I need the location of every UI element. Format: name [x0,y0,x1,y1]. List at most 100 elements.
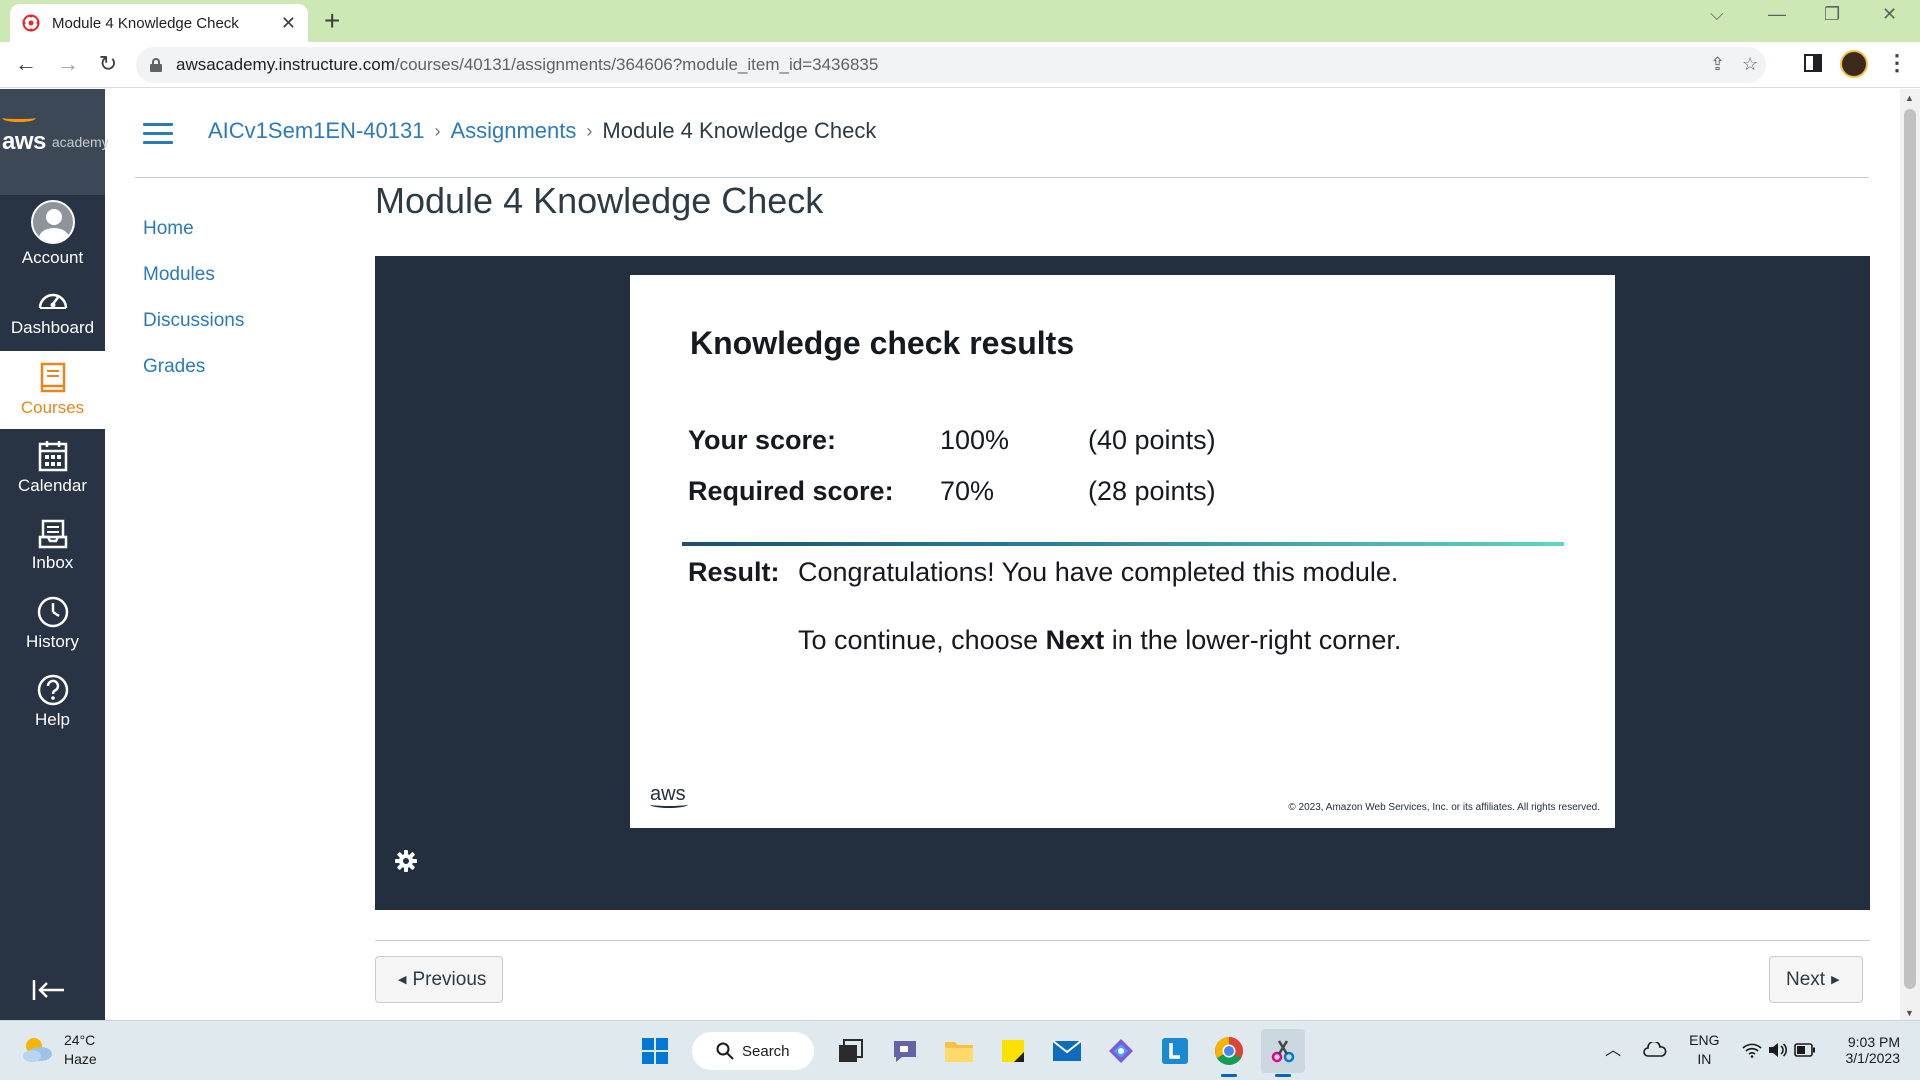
global-nav-label: History [26,632,79,651]
wifi-icon[interactable] [1741,1042,1762,1058]
sticky-notes-button[interactable] [991,1029,1035,1073]
global-nav-label: Account [21,248,84,267]
global-nav-inbox[interactable]: Inbox [0,507,105,585]
profile-avatar[interactable] [1840,50,1868,78]
file-explorer-button[interactable] [937,1029,981,1073]
running-indicator [1221,1074,1237,1077]
course-menu-toggle-icon[interactable] [143,123,173,145]
course-navigation: Home Modules Discussions Grades [143,218,244,402]
language-code: ENG [1689,1032,1720,1048]
reload-icon[interactable]: ↻ [94,51,122,77]
back-arrow-icon[interactable]: ← [12,51,40,77]
copilot-button[interactable] [1099,1029,1143,1073]
global-nav-label: Help [35,710,70,729]
running-indicator [1275,1074,1291,1077]
chrome-button[interactable] [1207,1029,1251,1077]
snipping-tool-icon [1271,1040,1295,1063]
global-nav-courses[interactable]: Courses [0,351,105,429]
address-bar[interactable]: awsacademy.instructure.com/courses/40131… [136,47,1766,83]
teams-chat-button[interactable] [883,1029,927,1073]
l-app-icon [1162,1038,1188,1064]
tab-close-icon[interactable]: ✕ [281,13,296,34]
volume-icon[interactable] [1768,1042,1788,1058]
system-tray: ︿ ENG IN 9:03 PM 3/1/2023 [1583,1031,1900,1069]
global-nav-dashboard[interactable]: Dashboard [0,273,105,351]
browser-tab-active[interactable]: Module 4 Knowledge Check ✕ [10,4,308,42]
canvas-favicon-icon [22,14,40,32]
breadcrumb-separator: › [586,120,593,141]
course-nav-grades[interactable]: Grades [143,356,244,402]
weather-condition: Haze [64,1051,97,1067]
required-score-points: (28 points) [1088,476,1216,506]
restore-icon[interactable]: ❐ [1824,4,1840,25]
windows-taskbar: 24°C Haze Search ︿ ENG IN 9:03 PM 3/1/20… [0,1020,1920,1080]
forward-arrow-icon[interactable]: → [54,51,82,77]
window-close-icon[interactable]: ✕ [1882,4,1897,25]
language-indicator[interactable]: ENG IN [1689,1031,1719,1069]
your-score-percent: 100% [940,425,1010,455]
results-slide: Knowledge check results Your score: 100%… [630,275,1615,828]
show-hidden-icons-chevron-icon[interactable]: ︿ [1605,1041,1621,1060]
start-button[interactable] [633,1029,677,1073]
required-score-percent: 70% [940,476,995,506]
global-nav-help[interactable]: Help [0,663,105,741]
result-message: Congratulations! You have completed this… [798,557,1399,587]
page-scrollbar[interactable]: ▲ ▼ [1900,89,1920,1020]
clock-time: 9:03 PM [1847,1034,1900,1050]
breadcrumb-separator: › [434,120,441,141]
your-score-label: Your score: [688,425,837,455]
task-view-icon [839,1039,863,1062]
global-nav-history[interactable]: History [0,585,105,663]
task-view-button[interactable] [829,1029,873,1073]
minimize-icon[interactable]: — [1768,4,1786,25]
share-icon[interactable]: ⇪ [1710,54,1725,75]
aws-academy-logo[interactable]: aws academy [0,89,109,195]
global-nav-label: Inbox [31,553,74,572]
next-label: Next [1786,968,1826,990]
global-nav-calendar[interactable]: Calendar [0,429,105,507]
next-button[interactable]: Next ▶ [1769,956,1863,1003]
scroll-up-arrow-icon[interactable]: ▲ [1905,93,1914,103]
course-nav-home[interactable]: Home [143,218,244,264]
tab-search-chevron-icon[interactable]: ⌵ [1710,4,1724,25]
continue-suffix: in the lower-right corner. [1104,625,1402,655]
breadcrumb-assignments-link[interactable]: Assignments [450,118,576,144]
global-nav-label: Courses [20,398,85,417]
help-question-icon [37,674,68,706]
clock-icon [37,596,68,628]
course-nav-discussions[interactable]: Discussions [143,310,244,356]
lock-icon[interactable] [150,58,162,72]
inbox-icon [38,519,67,549]
taskbar-clock[interactable]: 9:03 PM 3/1/2023 [1846,1034,1901,1066]
global-nav-account[interactable]: Account [0,195,105,273]
continue-instructions: To continue, choose Next in the lower-ri… [798,625,1401,656]
search-icon [716,1042,734,1060]
snipping-tool-button[interactable] [1261,1029,1305,1077]
mail-button[interactable] [1045,1029,1089,1073]
course-nav-modules[interactable]: Modules [143,264,244,310]
scroll-down-arrow-icon[interactable]: ▼ [1905,1008,1914,1018]
footer-divider [375,940,1870,941]
url-text[interactable]: awsacademy.instructure.com/courses/40131… [176,55,878,75]
onedrive-cloud-icon[interactable] [1643,1042,1667,1058]
side-panel-icon[interactable] [1804,54,1822,77]
battery-icon[interactable] [1793,1043,1816,1057]
new-tab-icon[interactable]: + [324,6,340,36]
breadcrumb-course-link[interactable]: AICv1Sem1EN-40131 [208,118,424,144]
page-title: Module 4 Knowledge Check [375,180,824,221]
global-nav-label: Dashboard [10,318,95,337]
collapse-nav-icon[interactable] [32,978,66,1002]
result-label: Result: [688,557,780,587]
browser-tab-title: Module 4 Knowledge Check [52,14,239,32]
scrollbar-thumb[interactable] [1904,109,1916,989]
folder-icon [945,1042,973,1062]
required-score-label: Required score: [688,476,894,506]
taskbar-search[interactable]: Search [692,1032,814,1070]
bookmark-star-icon[interactable]: ☆ [1742,54,1758,75]
browser-menu-icon[interactable]: ⋮ [1886,50,1908,76]
l-app-button[interactable] [1153,1029,1197,1073]
weather-widget[interactable]: 24°C Haze [20,1031,97,1069]
previous-button[interactable]: ◀ Previous [375,956,504,1003]
aws-logo-text: aws [2,128,46,155]
settings-gear-icon[interactable] [395,850,417,872]
